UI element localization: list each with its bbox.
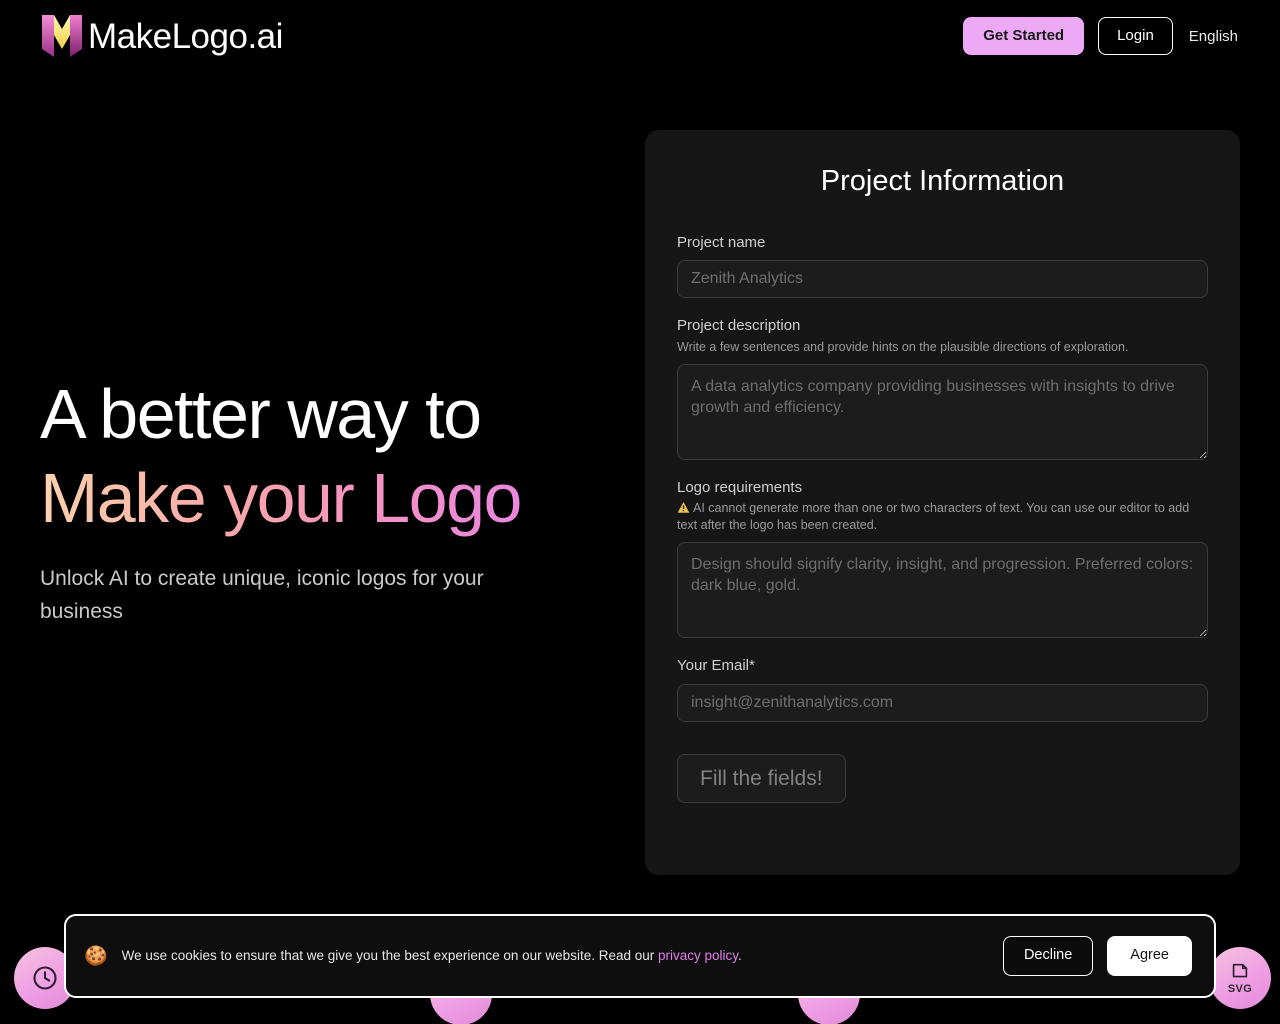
cookie-icon: 🍪 <box>84 945 108 967</box>
hero-title-line-2: Make your Logo <box>40 456 620 540</box>
get-started-button[interactable]: Get Started <box>963 16 1085 56</box>
makelogo-m-mark-icon <box>42 15 82 57</box>
hero-title: A better way to Make your Logo <box>40 372 620 540</box>
cookie-consent-banner: 🍪 We use cookies to ensure that we give … <box>64 914 1216 998</box>
login-button[interactable]: Login <box>1098 16 1173 56</box>
hero-subtitle: Unlock AI to create unique, iconic logos… <box>40 567 484 623</box>
clock-icon <box>33 966 57 990</box>
agree-cookies-button[interactable]: Agree <box>1107 936 1192 976</box>
project-information-panel: Project Information Project name Project… <box>645 130 1240 875</box>
field-logo-requirements: Logo requirements AI cannot generate mor… <box>677 478 1208 639</box>
logo-requirements-textarea[interactable] <box>677 542 1208 639</box>
decline-cookies-button[interactable]: Decline <box>1002 936 1094 976</box>
project-description-label: Project description <box>677 317 801 335</box>
hero-section: A better way to Make your Logo Unlock AI… <box>40 372 620 628</box>
brand-name: MakeLogo.ai <box>88 16 283 56</box>
feature-badge-svg[interactable]: SVG <box>1209 947 1271 1009</box>
logo-requirements-hint-row: AI cannot generate more than one or two … <box>677 500 1208 534</box>
project-name-input[interactable] <box>677 260 1208 299</box>
project-description-textarea[interactable] <box>677 363 1208 460</box>
page-root: MakeLogo.ai Get Started Login English A … <box>0 0 1280 1024</box>
cookie-message-after: . <box>738 947 742 963</box>
logo-requirements-hint-text: AI cannot generate more than one or two … <box>677 501 1190 533</box>
panel-title: Project Information <box>820 165 1065 197</box>
cookie-message-before: We use cookies to ensure that we give yo… <box>121 947 658 963</box>
submit-button[interactable]: Fill the fields! <box>677 753 846 803</box>
project-name-label: Project name <box>677 233 766 251</box>
field-email: Your Email* <box>677 656 1208 722</box>
field-project-name: Project name <box>677 233 1208 299</box>
email-input[interactable] <box>677 683 1208 722</box>
header-actions: Get Started Login English <box>963 16 1240 56</box>
privacy-policy-link[interactable]: privacy policy <box>658 948 738 963</box>
cookie-actions: Decline Agree <box>1002 936 1192 976</box>
language-selector[interactable]: English <box>1187 24 1240 49</box>
project-description-hint: Write a few sentences and provide hints … <box>677 339 1129 354</box>
field-project-description: Project description Write a few sentence… <box>677 316 1208 460</box>
email-label: Your Email* <box>677 657 755 675</box>
site-header: MakeLogo.ai Get Started Login English <box>0 0 1280 72</box>
warning-triangle-icon <box>677 502 690 513</box>
cookie-message: We use cookies to ensure that we give yo… <box>122 947 989 966</box>
logo-requirements-label: Logo requirements <box>677 478 803 496</box>
hero-title-line-1: A better way to <box>40 375 482 453</box>
brand-logo[interactable]: MakeLogo.ai <box>40 13 283 59</box>
svg-badge-label: SVG <box>1227 983 1253 995</box>
svg-file-icon <box>1232 963 1248 978</box>
